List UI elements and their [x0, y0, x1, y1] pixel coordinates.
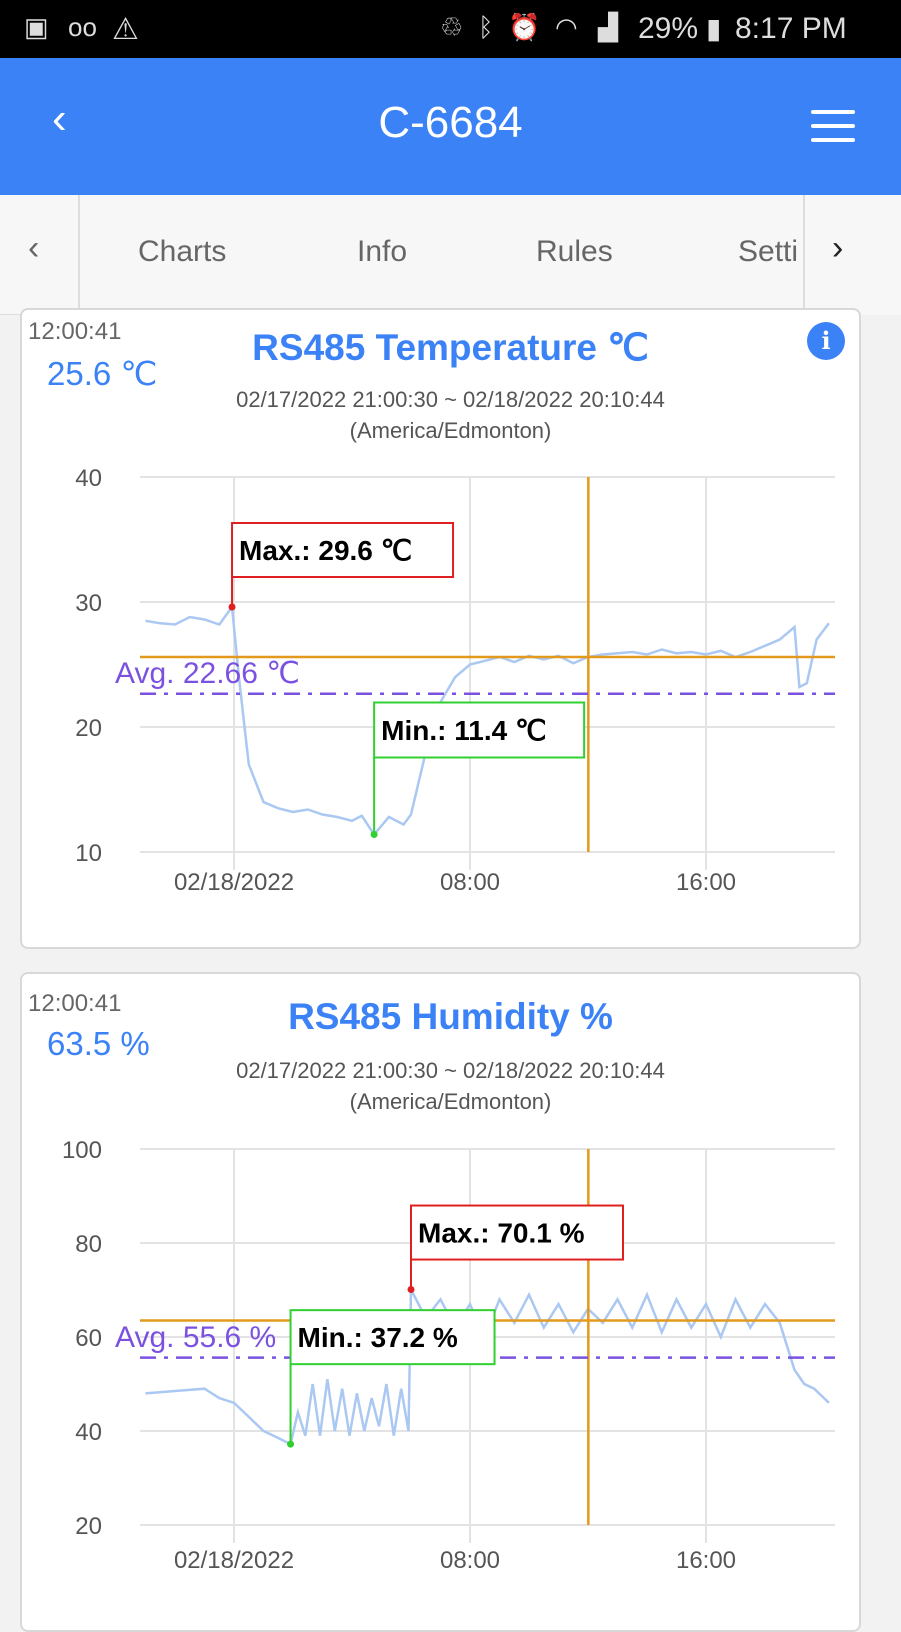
y-tick-label: 80: [75, 1231, 102, 1258]
average-label: Avg. 55.6 %: [115, 1321, 276, 1354]
y-tick-label: 40: [75, 1419, 102, 1446]
max-point: [407, 1286, 415, 1294]
x-tick-label: 08:00: [440, 1547, 500, 1574]
max-callout-label: Max.: 70.1 %: [418, 1218, 585, 1249]
y-tick-label: 20: [75, 1513, 102, 1540]
min-point: [287, 1440, 295, 1448]
x-tick-label: 02/18/2022: [174, 1547, 294, 1574]
humidity-chart: 100 80 60 40 20 02/18/2022 08:00 16:00 Avg. 55.6…: [62, 1137, 835, 1574]
min-callout-label: Min.: 37.2 %: [298, 1322, 458, 1353]
y-tick-label: 60: [75, 1325, 102, 1352]
x-tick-label: 16:00: [676, 1547, 736, 1574]
y-tick-label: 100: [62, 1137, 102, 1164]
